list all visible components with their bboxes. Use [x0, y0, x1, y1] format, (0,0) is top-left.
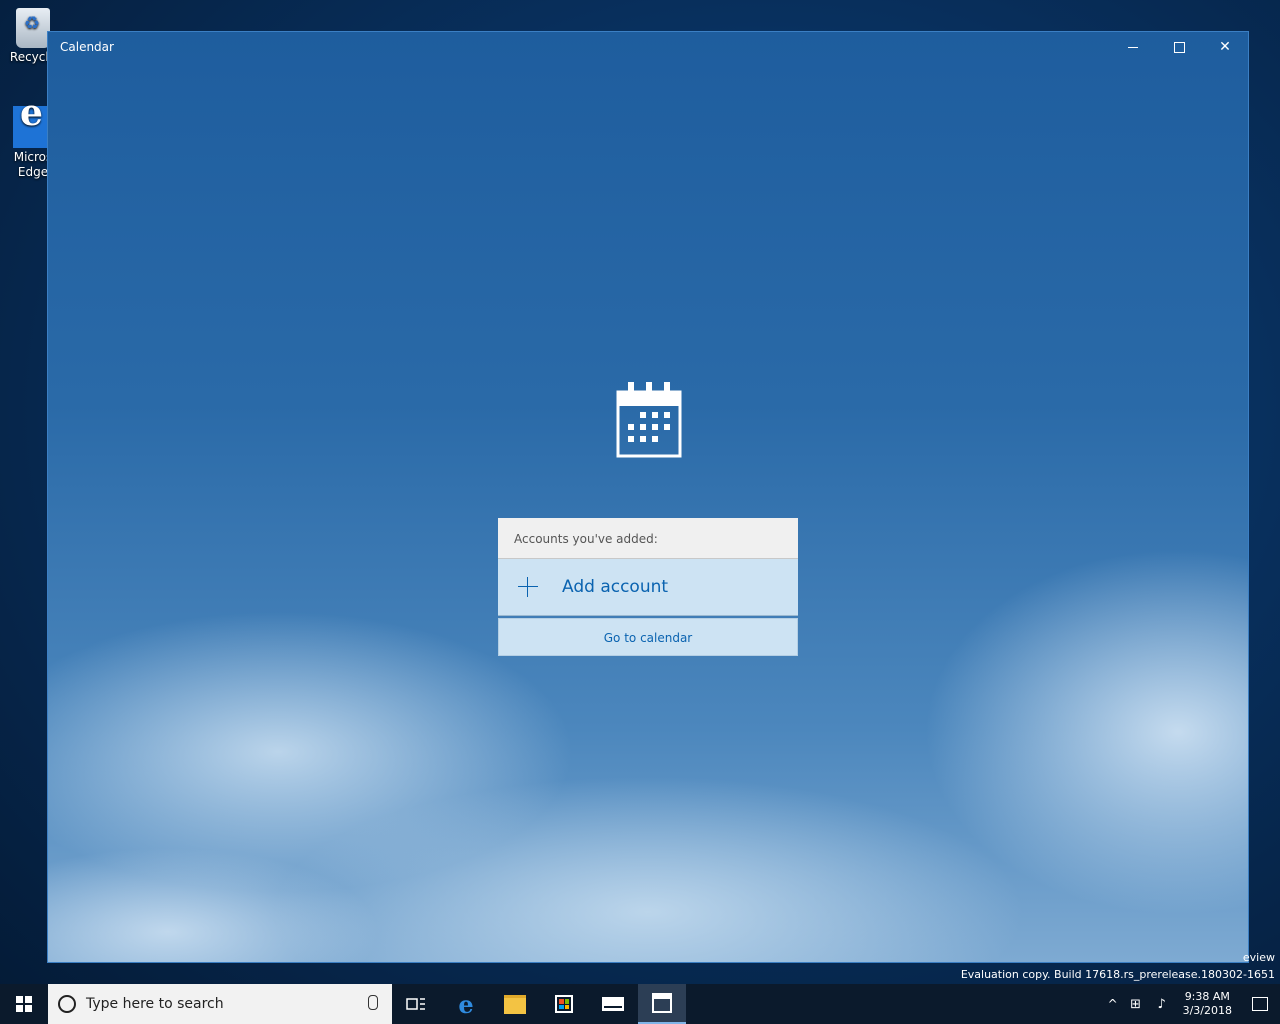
mail-taskbar-button[interactable]	[589, 984, 637, 1024]
search-box[interactable]: Type here to search	[48, 984, 392, 1024]
watermark-line2: Evaluation copy. Build 17618.rs_prerelea…	[960, 968, 1275, 981]
window-title: Calendar	[60, 40, 114, 54]
microphone-icon[interactable]	[368, 995, 378, 1010]
clock-time: 9:38 AM	[1184, 990, 1230, 1003]
clock[interactable]: 9:38 AM 3/3/2018	[1183, 990, 1232, 1018]
show-hidden-icons-button[interactable]: ^	[1103, 997, 1123, 1011]
add-account-label: Add account	[562, 577, 669, 597]
recycle-bin-icon	[16, 8, 50, 48]
accounts-panel: Accounts you've added: Add account Go to…	[498, 518, 798, 656]
cortana-icon	[58, 995, 76, 1013]
system-tray: ^ ⊞ ♪ 9:38 AM 3/3/2018	[1103, 984, 1280, 1024]
maximize-icon	[1173, 41, 1185, 53]
calendar-icon	[652, 993, 672, 1013]
folder-icon	[504, 994, 526, 1014]
watermark-line1: eview	[1242, 951, 1275, 964]
calendar-taskbar-button[interactable]	[638, 984, 686, 1024]
task-view-button[interactable]	[392, 984, 440, 1024]
search-placeholder: Type here to search	[86, 996, 224, 1012]
start-button[interactable]	[0, 984, 48, 1024]
clock-date: 3/3/2018	[1182, 1004, 1232, 1017]
plus-icon	[518, 577, 538, 597]
volume-icon[interactable]: ♪	[1149, 997, 1175, 1012]
close-icon: ✕	[1219, 39, 1231, 55]
notification-icon	[1252, 997, 1268, 1011]
action-center-button[interactable]	[1240, 984, 1280, 1024]
calendar-window: Calendar ✕ Accounts you've added: Add ac…	[47, 31, 1249, 963]
taskbar: Type here to search e ^ ⊞ ♪ 9:38 AM 3/3/…	[0, 984, 1280, 1024]
minimize-button[interactable]	[1110, 32, 1156, 62]
store-taskbar-button[interactable]	[540, 984, 588, 1024]
close-button[interactable]: ✕	[1202, 32, 1248, 62]
maximize-button[interactable]	[1156, 32, 1202, 62]
store-icon	[555, 995, 573, 1013]
accounts-header: Accounts you've added:	[498, 518, 798, 559]
edge-taskbar-button[interactable]: e	[442, 984, 490, 1024]
title-bar[interactable]: Calendar ✕	[48, 32, 1248, 62]
task-view-icon	[406, 998, 425, 1010]
network-icon[interactable]: ⊞	[1123, 997, 1149, 1012]
mail-icon	[602, 997, 624, 1011]
minimize-icon	[1128, 46, 1138, 48]
file-explorer-taskbar-button[interactable]	[491, 984, 539, 1024]
calendar-app-icon	[616, 382, 682, 458]
edge-icon: e	[458, 989, 474, 1019]
go-to-calendar-button[interactable]: Go to calendar	[498, 618, 798, 656]
add-account-button[interactable]: Add account	[498, 559, 798, 616]
windows-logo-icon	[16, 996, 32, 1012]
